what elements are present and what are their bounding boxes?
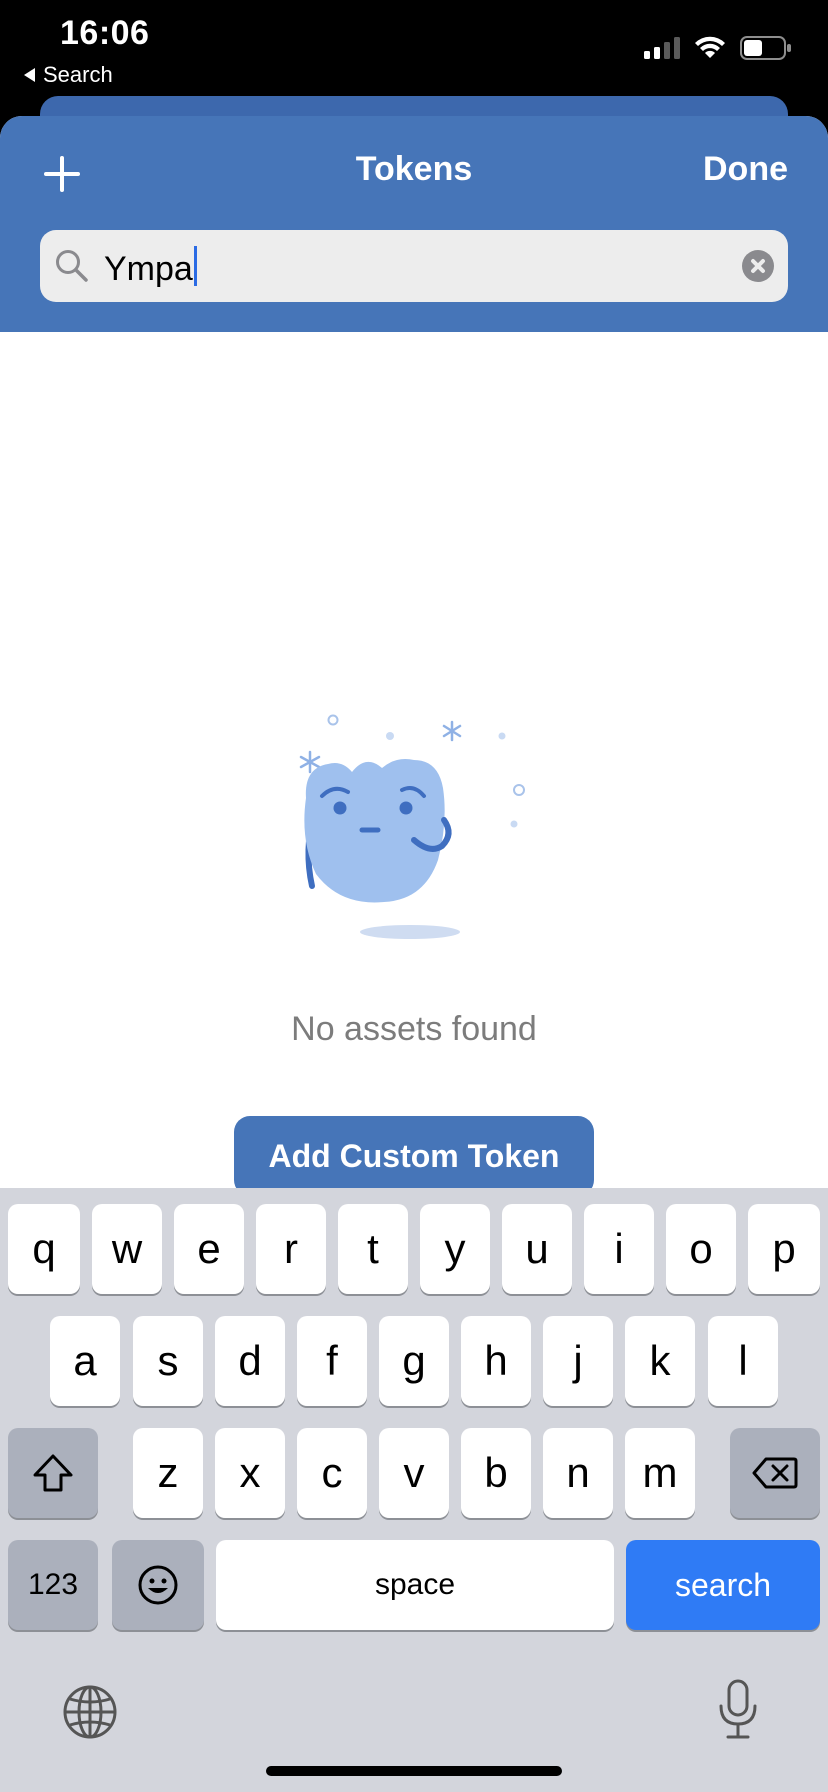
add-custom-token-button[interactable]: Add Custom Token (234, 1116, 594, 1196)
key-r[interactable]: r (256, 1204, 326, 1294)
key-j[interactable]: j (543, 1316, 613, 1406)
search-key[interactable]: search (626, 1540, 820, 1630)
shift-key[interactable] (8, 1428, 98, 1518)
done-button[interactable]: Done (703, 150, 788, 189)
emoji-key[interactable] (112, 1540, 204, 1630)
nav-bar: Tokens Done Ympa (0, 116, 828, 332)
key-h[interactable]: h (461, 1316, 531, 1406)
empty-state-message: No assets found (291, 1010, 537, 1048)
shift-icon (33, 1454, 73, 1492)
key-g[interactable]: g (379, 1316, 449, 1406)
key-i[interactable]: i (584, 1204, 654, 1294)
search-query-text: Ympa (104, 250, 193, 288)
search-input[interactable]: Ympa (40, 230, 788, 302)
key-u[interactable]: u (502, 1204, 572, 1294)
keyboard: q w e r t y u i o p a s d f g h j k l z … (0, 1188, 828, 1792)
key-s[interactable]: s (133, 1316, 203, 1406)
key-z[interactable]: z (133, 1428, 203, 1518)
key-d[interactable]: d (215, 1316, 285, 1406)
key-e[interactable]: e (174, 1204, 244, 1294)
microphone-icon[interactable] (714, 1678, 762, 1742)
key-c[interactable]: c (297, 1428, 367, 1518)
home-indicator (266, 1766, 562, 1776)
key-q[interactable]: q (8, 1204, 80, 1294)
status-icons (644, 36, 792, 60)
key-m[interactable]: m (625, 1428, 695, 1518)
key-k[interactable]: k (625, 1316, 695, 1406)
globe-icon[interactable] (62, 1684, 118, 1740)
search-icon (56, 250, 88, 282)
key-w[interactable]: w (92, 1204, 162, 1294)
key-o[interactable]: o (666, 1204, 736, 1294)
search-query[interactable]: Ympa (104, 246, 197, 289)
space-key[interactable]: space (216, 1540, 614, 1630)
numbers-key[interactable]: 123 (8, 1540, 98, 1630)
battery-icon (740, 36, 791, 60)
key-y[interactable]: y (420, 1204, 490, 1294)
back-app-label: Search (43, 62, 113, 87)
delete-key[interactable] (730, 1428, 820, 1518)
confused-blob-illustration (299, 714, 525, 939)
key-f[interactable]: f (297, 1316, 367, 1406)
back-arrow-icon (24, 68, 35, 82)
backspace-icon (752, 1457, 798, 1489)
status-time: 16:06 (60, 14, 150, 52)
cellular-signal-icon (644, 37, 680, 59)
key-x[interactable]: x (215, 1428, 285, 1518)
key-l[interactable]: l (708, 1316, 778, 1406)
text-cursor (193, 246, 197, 286)
key-v[interactable]: v (379, 1428, 449, 1518)
clear-icon[interactable] (742, 250, 774, 282)
status-bar: 16:06 Search (0, 0, 828, 100)
key-p[interactable]: p (748, 1204, 820, 1294)
emoji-icon (138, 1565, 178, 1605)
key-b[interactable]: b (461, 1428, 531, 1518)
wifi-icon (695, 36, 725, 58)
key-a[interactable]: a (50, 1316, 120, 1406)
key-n[interactable]: n (543, 1428, 613, 1518)
back-to-app-link[interactable]: Search (24, 62, 113, 88)
key-t[interactable]: t (338, 1204, 408, 1294)
